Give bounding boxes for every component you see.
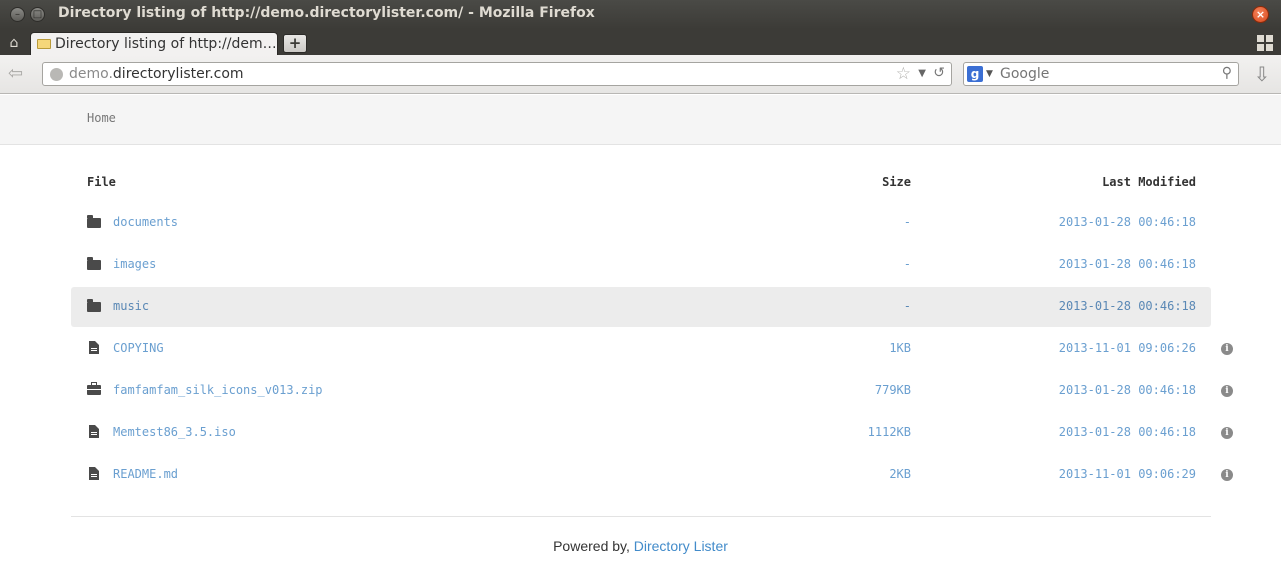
file-size: 1KB <box>889 341 911 355</box>
window-title: Directory listing of http://demo.directo… <box>58 5 595 21</box>
table-row[interactable]: images - 2013-01-28 00:46:18 <box>71 245 1211 285</box>
chevron-down-icon[interactable]: ▼ <box>986 69 993 79</box>
file-modified: 2013-01-28 00:46:18 <box>1058 257 1196 271</box>
breadcrumb: Home <box>0 95 1281 145</box>
home-icon[interactable]: ⌂ <box>4 35 24 51</box>
file-size: - <box>903 299 911 313</box>
table-header: File Size Last Modified <box>71 173 1211 193</box>
url-bar[interactable]: demo.directorylister.com ☆ ▼ ↺ <box>42 62 952 86</box>
file-modified: 2013-11-01 09:06:26 <box>1058 341 1196 355</box>
info-icon[interactable]: i <box>1221 469 1233 481</box>
globe-icon <box>50 68 63 81</box>
file-icon <box>87 341 101 354</box>
table-row[interactable]: music - 2013-01-28 00:46:18 <box>71 287 1211 327</box>
briefcase-icon <box>87 382 101 396</box>
footer-prefix: Powered by, <box>553 538 630 554</box>
folder-icon <box>87 257 101 270</box>
file-size: - <box>903 257 911 271</box>
tab-label: Directory listing of http://dem… <box>55 36 275 52</box>
footer: Powered by, Directory Lister <box>0 538 1281 554</box>
folder-icon <box>37 39 51 49</box>
info-icon[interactable]: i <box>1221 427 1233 439</box>
tab-groups-icon[interactable] <box>1257 35 1273 51</box>
folder-icon <box>87 215 101 228</box>
file-modified: 2013-01-28 00:46:18 <box>1058 383 1196 397</box>
file-name-link[interactable]: images <box>113 257 156 271</box>
header-size[interactable]: Size <box>882 175 911 189</box>
reload-icon[interactable]: ↺ <box>933 65 945 81</box>
info-icon[interactable]: i <box>1221 385 1233 397</box>
file-icon <box>87 425 101 438</box>
file-modified: 2013-01-28 00:46:18 <box>1058 215 1196 229</box>
file-name-link[interactable]: README.md <box>113 467 178 481</box>
maximize-button[interactable]: □ <box>30 7 45 22</box>
file-name-link[interactable]: famfamfam_silk_icons_v013.zip <box>113 383 323 397</box>
page-content: Home File Size Last Modified documents -… <box>0 95 1281 568</box>
table-row[interactable]: famfamfam_silk_icons_v013.zip 779KB 2013… <box>71 371 1211 411</box>
divider <box>71 516 1211 517</box>
file-name-link[interactable]: COPYING <box>113 341 164 355</box>
file-modified: 2013-01-28 00:46:18 <box>1058 299 1196 313</box>
file-icon <box>87 467 101 480</box>
navigation-bar: ⇦ demo.directorylister.com ☆ ▼ ↺ g ▼ ⚲ ⇩ <box>0 55 1281 94</box>
file-size: 779KB <box>874 383 911 397</box>
minimize-button[interactable]: – <box>10 7 25 22</box>
header-last-modified[interactable]: Last Modified <box>1102 175 1196 189</box>
url-text[interactable]: demo.directorylister.com <box>69 66 244 82</box>
file-name-link[interactable]: music <box>113 299 149 313</box>
file-size: - <box>903 215 911 229</box>
chevron-down-icon[interactable]: ▼ <box>918 68 926 79</box>
search-icon[interactable]: ⚲ <box>1222 65 1232 81</box>
header-file[interactable]: File <box>87 175 116 189</box>
download-icon[interactable]: ⇩ <box>1251 62 1273 86</box>
bookmark-star-icon[interactable]: ☆ <box>896 64 911 84</box>
tab-directory-listing[interactable]: Directory listing of http://dem… <box>30 32 278 55</box>
file-size: 2KB <box>889 467 911 481</box>
search-input[interactable] <box>1000 65 1210 83</box>
table-row[interactable]: documents - 2013-01-28 00:46:18 <box>71 203 1211 243</box>
back-arrow-icon[interactable]: ⇦ <box>8 64 30 84</box>
file-size: 1112KB <box>867 425 911 439</box>
window-titlebar: – □ Directory listing of http://demo.dir… <box>0 0 1281 29</box>
search-bar[interactable]: g ▼ ⚲ <box>963 62 1239 86</box>
file-name-link[interactable]: Memtest86_3.5.iso <box>113 425 236 439</box>
table-row[interactable]: Memtest86_3.5.iso 1112KB 2013-01-28 00:4… <box>71 413 1211 453</box>
breadcrumb-home-link[interactable]: Home <box>87 111 116 125</box>
directory-lister-link[interactable]: Directory Lister <box>634 538 728 554</box>
info-icon[interactable]: i <box>1221 343 1233 355</box>
new-tab-button[interactable]: + <box>283 34 307 53</box>
file-name-link[interactable]: documents <box>113 215 178 229</box>
google-engine-icon[interactable]: g <box>967 66 983 82</box>
file-modified: 2013-01-28 00:46:18 <box>1058 425 1196 439</box>
file-modified: 2013-11-01 09:06:29 <box>1058 467 1196 481</box>
folder-icon <box>87 299 101 312</box>
table-row[interactable]: COPYING 1KB 2013-11-01 09:06:26 <box>71 329 1211 369</box>
table-row[interactable]: README.md 2KB 2013-11-01 09:06:29 <box>71 455 1211 495</box>
tab-strip: ⌂ Directory listing of http://dem… + <box>0 29 1281 55</box>
close-window-button[interactable]: × <box>1252 6 1269 23</box>
